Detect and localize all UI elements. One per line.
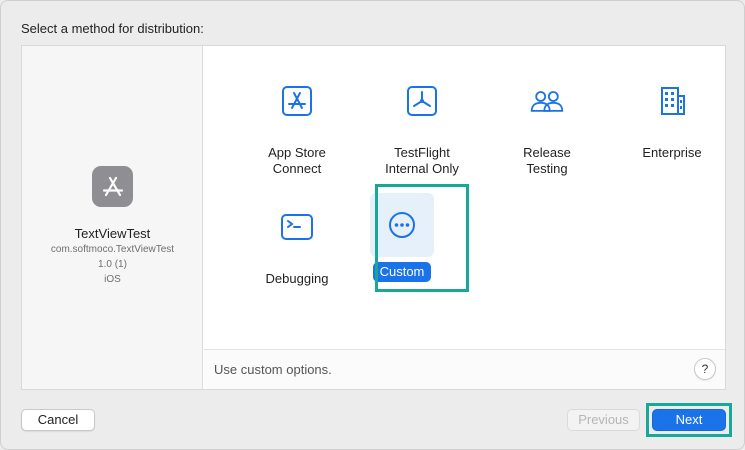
option-label-line2: Internal Only bbox=[385, 161, 459, 176]
testflight-icon bbox=[404, 83, 440, 119]
option-custom-label[interactable]: Custom bbox=[373, 262, 431, 282]
app-version: 1.0 (1) bbox=[98, 259, 127, 270]
app-store-icon bbox=[279, 83, 315, 119]
distribution-panel: TextViewTest com.softmoco.TextViewTest 1… bbox=[21, 45, 726, 390]
app-store-icon bbox=[92, 166, 133, 207]
next-button[interactable]: Next bbox=[652, 409, 726, 431]
option-label-line1: Enterprise bbox=[642, 145, 702, 160]
distribution-methods-grid: App Store Connect TestFlight Internal On… bbox=[204, 46, 725, 349]
cancel-button[interactable]: Cancel bbox=[21, 409, 95, 431]
option-release-testing[interactable]: Release Testing bbox=[482, 53, 612, 176]
option-label-line1: App Store bbox=[268, 145, 326, 160]
people-icon bbox=[529, 83, 565, 119]
ellipsis-circle-icon bbox=[384, 207, 420, 243]
option-debugging[interactable]: Debugging bbox=[232, 179, 362, 289]
option-label: App Store Connect bbox=[232, 145, 362, 177]
option-label: Release Testing bbox=[482, 145, 612, 177]
building-icon bbox=[654, 83, 690, 119]
option-label-line2: Testing bbox=[526, 161, 568, 176]
app-name: TextViewTest bbox=[74, 226, 151, 241]
option-label-line1: TestFlight bbox=[394, 145, 450, 160]
app-platform: iOS bbox=[104, 274, 121, 285]
description-text: Use custom options. bbox=[214, 362, 332, 377]
option-label: TestFlight Internal Only bbox=[357, 145, 487, 177]
app-bundle-id: com.softmoco.TextViewTest bbox=[50, 244, 175, 255]
description-bar: Use custom options. ? bbox=[204, 349, 725, 389]
distribution-dialog: Select a method for distribution: TextVi… bbox=[0, 0, 745, 450]
option-label-line1: Debugging bbox=[265, 271, 329, 286]
option-testflight-internal-only[interactable]: TestFlight Internal Only bbox=[357, 53, 487, 176]
app-summary-panel: TextViewTest com.softmoco.TextViewTest 1… bbox=[22, 46, 203, 389]
option-label: Debugging bbox=[232, 271, 362, 287]
previous-button[interactable]: Previous bbox=[567, 409, 640, 431]
help-button[interactable]: ? bbox=[694, 358, 716, 380]
terminal-icon bbox=[279, 209, 315, 245]
option-app-store-connect[interactable]: App Store Connect bbox=[232, 53, 362, 176]
option-label-line2: Connect bbox=[272, 161, 322, 176]
option-enterprise[interactable]: Enterprise bbox=[607, 53, 737, 163]
selected-tile[interactable] bbox=[370, 193, 434, 257]
dialog-heading: Select a method for distribution: bbox=[21, 21, 204, 36]
option-label: Enterprise bbox=[607, 145, 737, 161]
option-label-line1: Release bbox=[523, 145, 571, 160]
